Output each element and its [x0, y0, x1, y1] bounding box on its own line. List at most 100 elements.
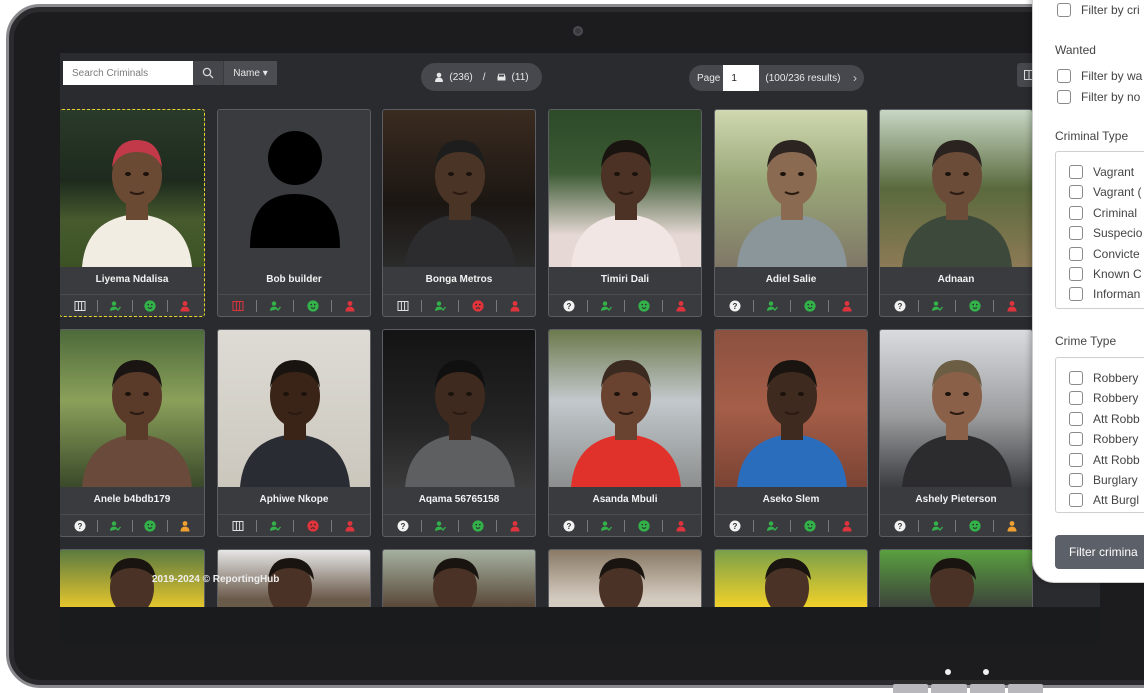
user-check-icon[interactable]: [931, 520, 944, 532]
card-name[interactable]: Adiel Salie: [715, 267, 867, 293]
card-photo[interactable]: [60, 110, 204, 267]
user-check-icon[interactable]: [109, 520, 121, 532]
checkbox[interactable]: [1069, 205, 1083, 220]
user-check-icon[interactable]: [600, 300, 613, 312]
user-check-icon[interactable]: [766, 300, 779, 312]
criminal-card[interactable]: Adiel Salie ?: [714, 109, 868, 317]
filter-option[interactable]: Filter by no: [1057, 90, 1140, 104]
smile-face-icon[interactable]: [472, 519, 484, 532]
user-check-icon[interactable]: [766, 520, 779, 532]
person-icon[interactable]: [675, 520, 687, 532]
checkbox[interactable]: [1069, 371, 1083, 385]
filter-option[interactable]: Convicte: [1069, 246, 1140, 261]
card-photo[interactable]: [715, 330, 867, 487]
card-name[interactable]: Bonga Metros: [383, 267, 535, 293]
filter-option[interactable]: Known C: [1069, 267, 1142, 281]
question-icon[interactable]: ?: [894, 520, 906, 532]
criminal-card[interactable]: Liyema Ndalisa: [60, 109, 205, 317]
person-icon[interactable]: [841, 520, 853, 532]
card-name[interactable]: Asanda Mbuli: [549, 487, 701, 513]
question-icon[interactable]: ?: [894, 300, 906, 312]
filter-option[interactable]: Burglary: [1069, 473, 1138, 487]
checkbox[interactable]: [1069, 185, 1083, 200]
card-photo[interactable]: [880, 110, 1032, 267]
criminal-card[interactable]: Timiri Dali ?: [548, 109, 702, 317]
criminal-card[interactable]: Aqama 56765158 ?: [382, 329, 536, 537]
checkbox[interactable]: [1069, 473, 1083, 487]
person-icon[interactable]: [179, 300, 191, 312]
columns-icon[interactable]: [232, 520, 244, 532]
checkbox[interactable]: [1057, 69, 1071, 83]
person-icon[interactable]: [509, 520, 521, 532]
user-check-icon[interactable]: [600, 520, 613, 532]
user-check-icon[interactable]: [109, 300, 121, 312]
card-name[interactable]: Timiri Dali: [549, 267, 701, 293]
filter-option[interactable]: Robbery: [1069, 371, 1138, 385]
card-photo[interactable]: [549, 110, 701, 267]
smile-face-icon[interactable]: [804, 299, 816, 312]
user-check-icon[interactable]: [931, 300, 944, 312]
person-icon[interactable]: [344, 520, 356, 532]
filter-option[interactable]: Robbery: [1069, 432, 1138, 447]
card-name[interactable]: Aqama 56765158: [383, 487, 535, 513]
smile-face-icon[interactable]: [143, 299, 156, 312]
user-check-icon[interactable]: [269, 520, 282, 532]
criminal-card[interactable]: Adnaan ?: [879, 109, 1033, 317]
card-photo[interactable]: [60, 330, 204, 487]
frown-face-icon[interactable]: [307, 519, 319, 532]
filter-option[interactable]: Att Robb: [1069, 452, 1140, 467]
user-check-icon[interactable]: [434, 300, 447, 312]
smile-face-icon[interactable]: [638, 299, 650, 312]
question-icon[interactable]: ?: [74, 520, 86, 532]
person-icon[interactable]: [1006, 520, 1018, 532]
question-icon[interactable]: ?: [563, 300, 575, 312]
filter-option[interactable]: Vagrant (: [1069, 185, 1141, 200]
checkbox[interactable]: [1069, 287, 1083, 302]
card-name[interactable]: Liyema Ndalisa: [60, 267, 204, 293]
checkbox[interactable]: [1069, 411, 1083, 426]
checkbox[interactable]: [1057, 90, 1071, 104]
question-icon[interactable]: ?: [397, 520, 409, 532]
person-icon[interactable]: [509, 300, 521, 312]
person-icon[interactable]: [344, 300, 356, 312]
checkbox[interactable]: [1069, 432, 1083, 447]
checkbox[interactable]: [1069, 452, 1083, 467]
card-photo[interactable]: [218, 330, 370, 487]
smile-face-icon[interactable]: [638, 519, 650, 532]
card-name[interactable]: Adnaan: [880, 267, 1032, 293]
checkbox[interactable]: [1057, 3, 1071, 17]
criminal-card[interactable]: Ashely Pieterson ?: [879, 329, 1033, 537]
checkbox[interactable]: [1069, 246, 1083, 261]
checkbox[interactable]: [1069, 165, 1083, 179]
columns-icon[interactable]: [74, 300, 86, 312]
person-icon[interactable]: [1006, 300, 1018, 312]
frown-face-icon[interactable]: [472, 299, 484, 312]
card-name[interactable]: Anele b4bdb179: [60, 487, 204, 513]
card-name[interactable]: Ashely Pieterson: [880, 487, 1032, 513]
person-icon[interactable]: [179, 520, 191, 532]
card-photo[interactable]: [383, 330, 535, 487]
card-photo[interactable]: [383, 110, 535, 267]
question-icon[interactable]: ?: [563, 520, 575, 532]
smile-face-icon[interactable]: [969, 299, 981, 312]
filter-option[interactable]: Filter by cri: [1057, 3, 1140, 17]
filter-criminals-button[interactable]: Filter crimina: [1055, 535, 1144, 569]
smile-face-icon[interactable]: [143, 519, 156, 532]
card-photo[interactable]: [218, 110, 370, 267]
smile-face-icon[interactable]: [804, 519, 816, 532]
card-name[interactable]: Aphiwe Nkope: [218, 487, 370, 513]
smile-face-icon[interactable]: [307, 299, 319, 312]
sort-dropdown[interactable]: Name ▾: [223, 61, 277, 85]
criminal-card[interactable]: Bob builder: [217, 109, 371, 317]
checkbox[interactable]: [1069, 493, 1083, 508]
columns-icon[interactable]: [232, 300, 244, 312]
card-name[interactable]: Bob builder: [218, 267, 370, 293]
filter-option[interactable]: Suspecio: [1069, 226, 1142, 241]
filter-option[interactable]: Filter by wa: [1057, 69, 1142, 83]
page-input[interactable]: [723, 65, 760, 91]
checkbox[interactable]: [1069, 226, 1083, 241]
person-icon[interactable]: [675, 300, 687, 312]
search-button[interactable]: [193, 61, 223, 85]
counts-pill[interactable]: (236) / (11): [421, 63, 542, 91]
columns-icon[interactable]: [397, 300, 409, 312]
